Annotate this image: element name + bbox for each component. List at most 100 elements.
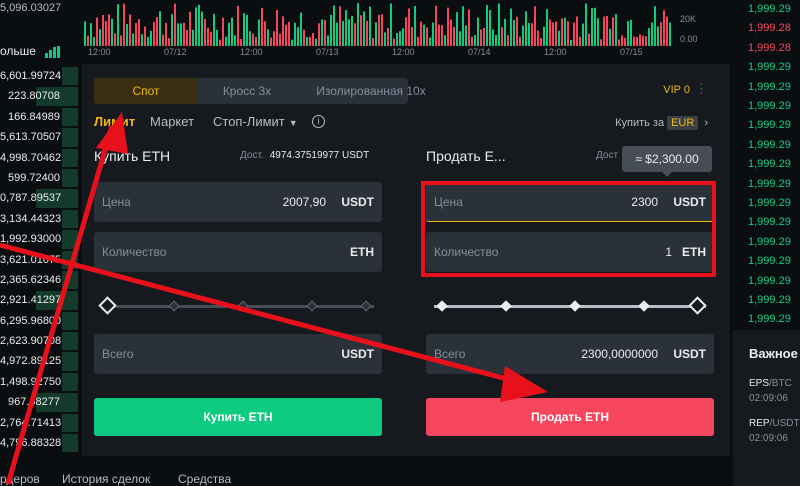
buy-quantity-unit: ETH xyxy=(350,245,374,259)
time-tick: 12:00 xyxy=(544,47,567,57)
tab-limit[interactable]: Лимит xyxy=(94,114,135,129)
more-options-icon[interactable]: ⋮ xyxy=(695,81,708,97)
sell-title: Продать Е... xyxy=(426,148,506,164)
sell-button[interactable]: Продать ETH xyxy=(426,398,714,436)
candle-bar xyxy=(153,22,155,46)
time-tick: 07/14 xyxy=(468,47,491,57)
candle-bar xyxy=(351,15,353,46)
trade-price: 1,999.29 xyxy=(748,119,791,132)
order-book-row[interactable]: 599.72400 xyxy=(0,168,78,188)
more-link[interactable]: ольше xyxy=(0,44,36,58)
tab-orders[interactable]: рдеров xyxy=(0,472,40,486)
slider-step[interactable] xyxy=(168,300,180,312)
depth-fill xyxy=(62,332,78,351)
price-chart[interactable]: 12:00 07/12 12:00 07/13 12:00 07/14 12:00 07/15… xyxy=(80,0,730,60)
annotation-highlight-box xyxy=(421,181,716,277)
candle-bar xyxy=(234,35,236,46)
order-book-row[interactable]: 4,796.88328 xyxy=(0,433,78,453)
candle-bar xyxy=(273,31,275,46)
candle-bar xyxy=(564,17,566,46)
candle-bar xyxy=(135,23,137,46)
order-book-row[interactable]: 1,498.92750 xyxy=(0,372,78,392)
candle-bar xyxy=(513,19,515,46)
candle-bar xyxy=(627,21,629,46)
news-item-symbol[interactable]: REP/USDT xyxy=(749,418,800,429)
tab-isolated[interactable]: Изолированная 10x xyxy=(296,78,446,104)
candle-bar xyxy=(312,32,314,46)
slider-step[interactable] xyxy=(237,300,249,312)
candle-bar xyxy=(621,35,623,46)
slider-step[interactable] xyxy=(569,300,581,312)
candle-bar xyxy=(612,17,614,46)
candle-bar xyxy=(540,38,542,46)
sell-amount-slider[interactable] xyxy=(426,296,714,316)
slider-handle[interactable] xyxy=(688,296,707,315)
trade-price: 1,999.29 xyxy=(748,3,791,15)
candle-bar xyxy=(531,23,533,46)
buy-price-field[interactable]: Цена 2007,90 USDT xyxy=(94,182,382,222)
candle-bar xyxy=(567,21,569,46)
vip-level[interactable]: VIP 0 xyxy=(663,84,690,96)
buy-quantity-field[interactable]: Количество ETH xyxy=(94,232,382,272)
order-book-row[interactable]: 967.68277 xyxy=(0,392,78,412)
candle-bar xyxy=(333,5,335,46)
order-book-value: 3,621.01075 xyxy=(0,253,62,266)
candle-bar xyxy=(618,39,620,46)
order-book-row[interactable]: 6,601.99724 xyxy=(0,66,78,86)
time-tick: 12:00 xyxy=(240,47,263,57)
candle-bar xyxy=(552,22,554,46)
candle-bar xyxy=(177,23,179,46)
sell-total-field[interactable]: Всего 2300,0000000 USDT xyxy=(426,334,714,374)
buy-total-field[interactable]: Всего USDT xyxy=(94,334,382,374)
slider-step[interactable] xyxy=(436,300,448,312)
candle-bar xyxy=(519,36,521,46)
order-book-row[interactable]: 3,621.01075 xyxy=(0,250,78,270)
news-item-symbol[interactable]: EPS/BTC xyxy=(749,378,792,389)
order-book-row[interactable]: 0,787.89537 xyxy=(0,188,78,208)
order-book-row[interactable]: 4,998.70462 xyxy=(0,148,78,168)
buy-available: Дост. 4974.37519977 USDT xyxy=(240,150,369,161)
order-book-row[interactable]: 2,365.62346 xyxy=(0,270,78,290)
order-book-row[interactable]: 2,623.90708 xyxy=(0,331,78,351)
order-book-row[interactable]: 223.80708 xyxy=(0,86,78,106)
slider-step[interactable] xyxy=(306,300,318,312)
tab-trade-history[interactable]: История сделок xyxy=(62,472,150,486)
depth-bars-icon[interactable] xyxy=(45,46,61,58)
order-book-row[interactable]: 1,992.93000 xyxy=(0,229,78,249)
candle-bar xyxy=(126,24,128,46)
order-book-row[interactable]: 3,134.44323 xyxy=(0,209,78,229)
tab-spot[interactable]: Спот xyxy=(94,78,198,104)
candle-bar xyxy=(588,33,590,46)
candle-bar xyxy=(417,36,419,46)
candle-bar xyxy=(354,23,356,46)
order-book-row[interactable]: 5,613.70507 xyxy=(0,127,78,147)
time-tick: 07/13 xyxy=(316,47,339,57)
candle-bar xyxy=(501,27,503,46)
slider-step[interactable] xyxy=(360,300,372,312)
candle-bar xyxy=(498,3,500,46)
order-book-row[interactable]: 4,972.89125 xyxy=(0,351,78,371)
slider-handle[interactable] xyxy=(98,296,117,315)
chevron-down-icon: ▼ xyxy=(288,118,298,128)
candle-bar xyxy=(624,37,626,46)
buy-total-unit: USDT xyxy=(341,347,374,361)
tab-funds[interactable]: Средства xyxy=(178,472,231,486)
order-book-row[interactable]: 2,764.71413 xyxy=(0,413,78,433)
tab-market[interactable]: Маркет xyxy=(150,114,194,129)
tab-cross[interactable]: Кросс 3x xyxy=(198,78,296,104)
slider-step[interactable] xyxy=(638,300,650,312)
order-book-row[interactable]: 6,295.96800 xyxy=(0,311,78,331)
info-icon[interactable]: i xyxy=(312,115,325,128)
buy-amount-slider[interactable] xyxy=(94,296,382,316)
order-book-value: 5,613.70507 xyxy=(0,131,62,144)
buy-with-currency[interactable]: Купить за EUR › xyxy=(615,116,708,130)
candle-bar xyxy=(381,14,383,46)
trade-price: 1,999.29 xyxy=(748,313,791,326)
order-book-row[interactable]: 166.84989 xyxy=(0,107,78,127)
slider-step[interactable] xyxy=(500,300,512,312)
order-book-row[interactable]: 2,921.41297 xyxy=(0,290,78,310)
buy-button[interactable]: Купить ETH xyxy=(94,398,382,436)
candle-bar xyxy=(195,7,197,46)
tab-stop-limit[interactable]: Стоп-Лимит ▼ xyxy=(213,114,298,129)
candle-bar xyxy=(630,19,632,46)
